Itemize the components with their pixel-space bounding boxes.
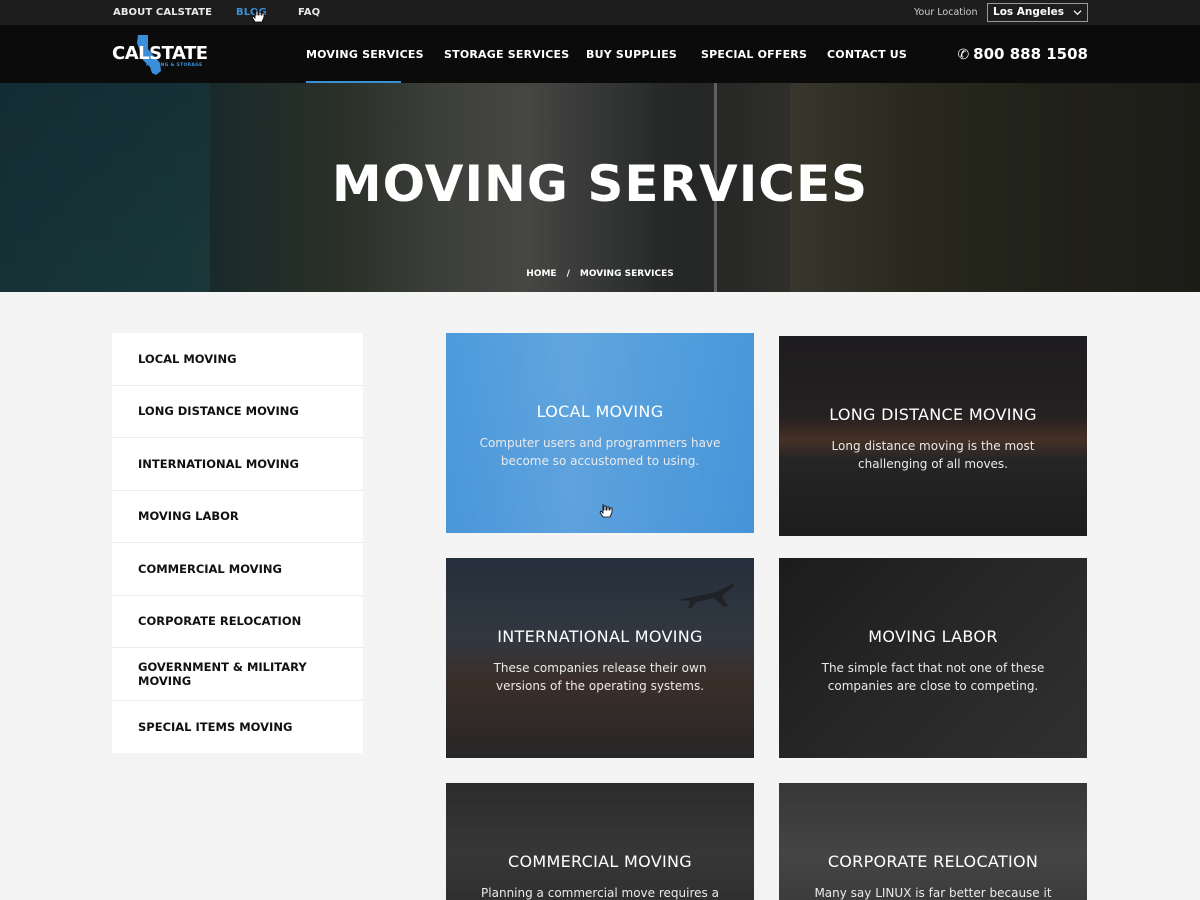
card-overlay: [779, 336, 1087, 536]
sidebar-item-commercial-moving[interactable]: COMMERCIAL MOVING: [112, 543, 363, 596]
nav-special-offers[interactable]: SPECIAL OFFERS: [701, 48, 807, 61]
chevron-down-icon: [1073, 10, 1082, 16]
service-card-international-moving[interactable]: INTERNATIONAL MOVING These companies rel…: [446, 558, 754, 758]
nav-contact-us[interactable]: CONTACT US: [827, 48, 907, 61]
services-sidebar: LOCAL MOVING LONG DISTANCE MOVING INTERN…: [112, 333, 363, 753]
logo-tagline: MOVING & STORAGE: [146, 63, 203, 68]
nav-storage-services[interactable]: STORAGE SERVICES: [444, 48, 569, 61]
card-title: COMMERCIAL MOVING: [508, 852, 692, 871]
phone-number[interactable]: ✆ 800 888 1508: [957, 45, 1088, 63]
logo-wordmark: CALSTATE: [112, 43, 208, 64]
service-card-local-moving[interactable]: LOCAL MOVING Computer users and programm…: [446, 333, 754, 533]
about-calstate-link[interactable]: ABOUT CALSTATE: [113, 7, 212, 18]
breadcrumb: HOME / MOVING SERVICES: [0, 269, 1200, 279]
card-description: Computer users and programmers have beco…: [479, 436, 721, 468]
service-card-moving-labor[interactable]: MOVING LABOR The simple fact that not on…: [779, 558, 1087, 758]
calstate-logo[interactable]: CALSTATE MOVING & STORAGE: [112, 29, 208, 79]
nav-moving-services[interactable]: MOVING SERVICES: [306, 48, 424, 61]
airplane-icon: [678, 584, 734, 608]
location-label: Your Location: [914, 7, 978, 18]
sidebar-item-special-items-moving[interactable]: SPECIAL ITEMS MOVING: [112, 701, 363, 754]
breadcrumb-home[interactable]: HOME: [526, 269, 556, 279]
breadcrumb-current: MOVING SERVICES: [579, 269, 674, 279]
nav-buy-supplies[interactable]: BUY SUPPLIES: [586, 48, 677, 61]
card-description: Many say LINUX is far better because it: [814, 886, 1052, 900]
phone-number-text: 800 888 1508: [973, 45, 1088, 63]
sidebar-item-local-moving[interactable]: LOCAL MOVING: [112, 333, 363, 386]
sidebar-item-international-moving[interactable]: INTERNATIONAL MOVING: [112, 438, 363, 491]
card-overlay: [446, 783, 754, 900]
service-card-long-distance-moving[interactable]: LONG DISTANCE MOVING Long distance movin…: [779, 336, 1087, 536]
card-overlay: [779, 783, 1087, 900]
card-title: MOVING LABOR: [868, 627, 998, 646]
card-overlay: [779, 558, 1087, 758]
card-description: These companies release their own versio…: [493, 661, 707, 693]
service-card-corporate-relocation[interactable]: CORPORATE RELOCATION Many say LINUX is f…: [779, 783, 1087, 900]
card-description: Long distance moving is the most challen…: [831, 439, 1035, 471]
hand-cursor-icon: [251, 9, 265, 23]
sidebar-item-moving-labor[interactable]: MOVING LABOR: [112, 491, 363, 543]
card-title: LOCAL MOVING: [536, 402, 664, 421]
faq-link[interactable]: FAQ: [298, 7, 320, 18]
card-description: Planning a commercial move requires a: [481, 886, 719, 900]
card-title: CORPORATE RELOCATION: [827, 852, 1039, 871]
phone-icon: ✆: [957, 47, 970, 63]
page-title: MOVING SERVICES: [331, 155, 869, 213]
top-utility-bar: ABOUT CALSTATE BLOG FAQ Your Location Lo…: [0, 0, 1200, 25]
sidebar-item-corporate-relocation[interactable]: CORPORATE RELOCATION: [112, 596, 363, 648]
card-title: LONG DISTANCE MOVING: [829, 405, 1037, 424]
sidebar-item-long-distance-moving[interactable]: LONG DISTANCE MOVING: [112, 386, 363, 438]
sidebar-item-government-military-moving[interactable]: GOVERNMENT & MILITARY MOVING: [112, 648, 363, 701]
location-select-value: Los Angeles: [993, 6, 1065, 18]
service-card-commercial-moving[interactable]: COMMERCIAL MOVING Planning a commercial …: [446, 783, 754, 900]
hero-banner: MOVING SERVICES HOME / MOVING SERVICES: [0, 83, 1200, 292]
card-title: INTERNATIONAL MOVING: [497, 627, 703, 646]
location-select[interactable]: Los Angeles: [987, 3, 1088, 22]
breadcrumb-separator: /: [566, 269, 570, 279]
card-description: The simple fact that not one of these co…: [821, 661, 1045, 693]
hand-cursor-icon: [599, 504, 613, 518]
main-navbar: CALSTATE MOVING & STORAGE MOVING SERVICE…: [0, 25, 1200, 83]
